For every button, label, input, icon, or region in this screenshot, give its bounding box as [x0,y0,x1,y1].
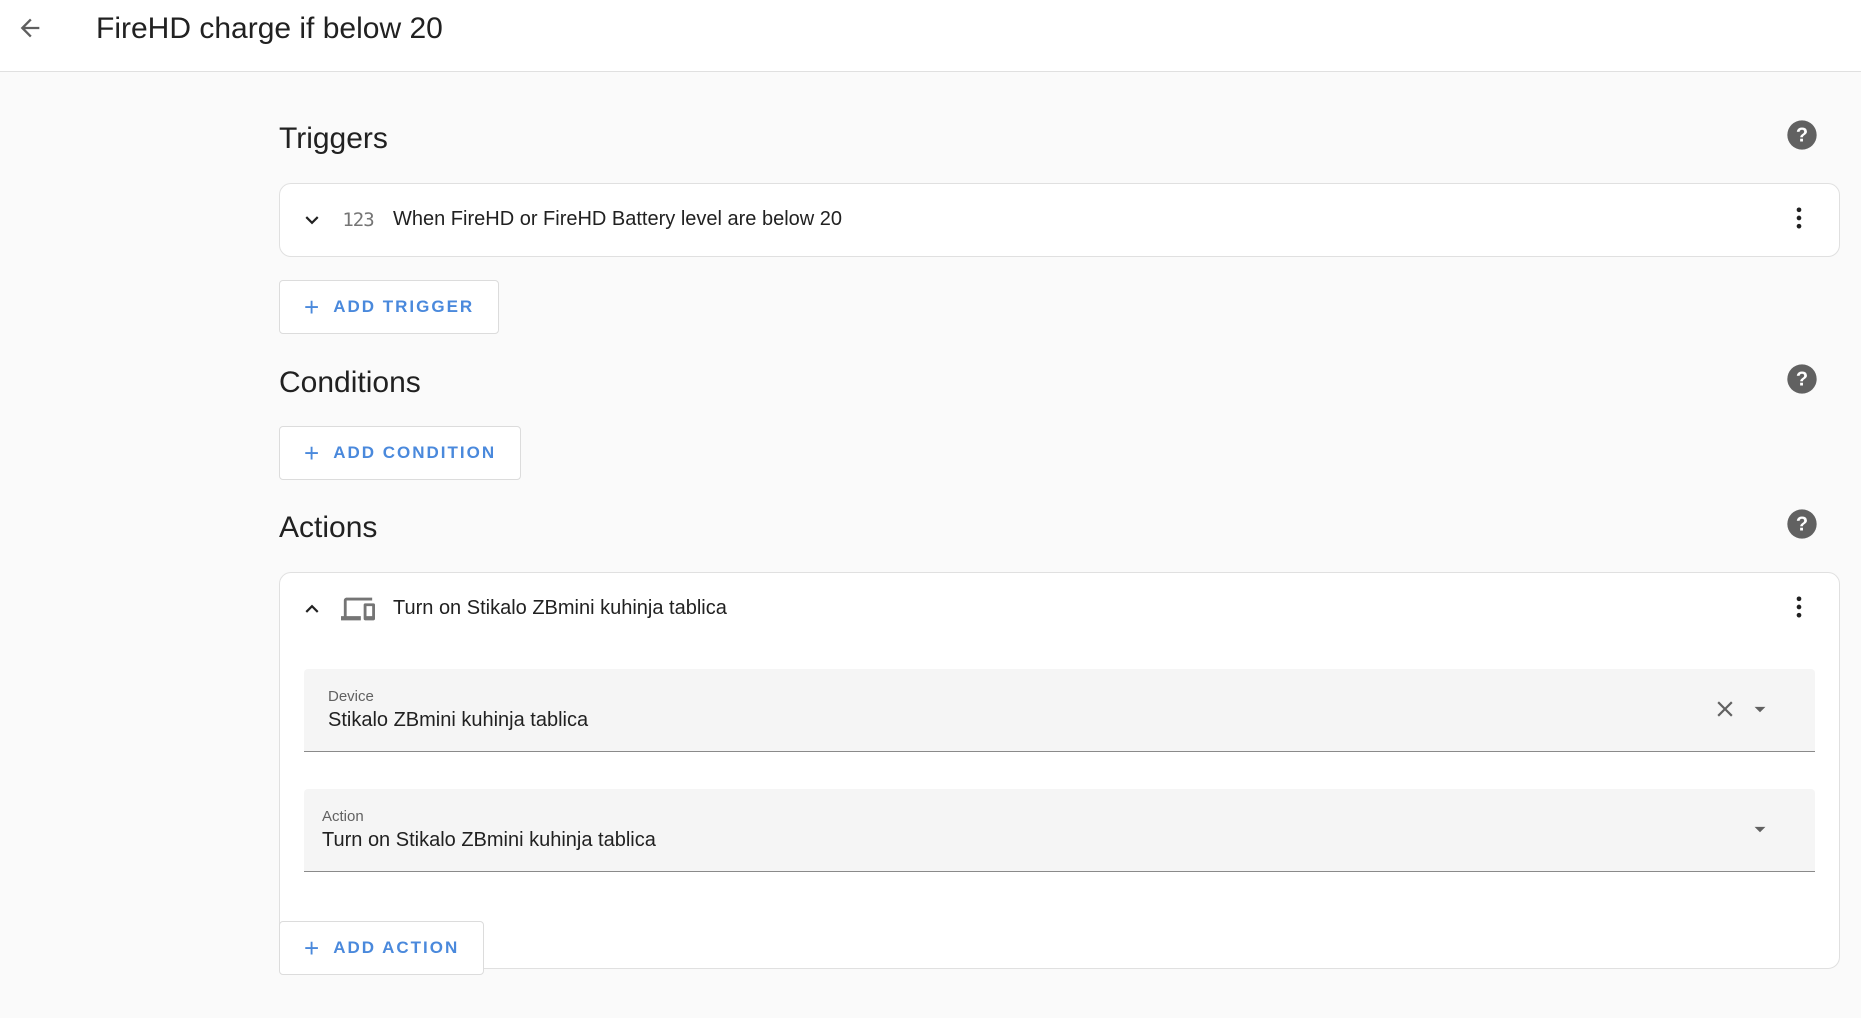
trigger-label: When FireHD or FireHD Battery level are … [393,208,843,230]
help-icon: ? [1786,119,1818,156]
svg-text:?: ? [1796,124,1808,146]
top-bar: FireHD charge if below 20 [0,0,1861,72]
chevron-down-icon[interactable] [294,202,330,238]
triggers-section-header: Triggers ? [279,117,1840,167]
add-action-button[interactable]: + ADD ACTION [279,921,485,975]
device-select[interactable]: Device Stikalo ZBmini kuhinja tablica [304,669,1815,752]
action-row[interactable]: Turn on Stikalo ZBmini kuhinja tablica [280,573,1839,645]
add-condition-label: ADD CONDITION [333,443,497,462]
trigger-row[interactable]: 123 When FireHD or FireHD Battery level … [280,184,1839,256]
action-field-label: Action [322,808,364,825]
svg-text:?: ? [1796,513,1808,535]
conditions-section-header: Conditions ? [279,361,1840,411]
devices-icon [340,591,376,627]
action-label: Turn on Stikalo ZBmini kuhinja tablica [393,597,727,619]
actions-help-button[interactable]: ? [1786,508,1818,545]
action-card: Turn on Stikalo ZBmini kuhinja tablica D… [279,572,1840,969]
action-field-value: Turn on Stikalo ZBmini kuhinja tablica [322,829,656,851]
help-icon: ? [1786,508,1818,545]
caret-down-icon [1747,816,1773,847]
clear-device-button[interactable] [1710,696,1740,726]
add-condition-button[interactable]: + ADD CONDITION [279,426,522,480]
actions-section-header: Actions ? [279,506,1840,556]
svg-text:?: ? [1796,368,1808,390]
trigger-card: 123 When FireHD or FireHD Battery level … [279,183,1840,257]
page-title: FireHD charge if below 20 [96,12,443,45]
device-dropdown-button[interactable] [1745,696,1775,726]
action-select[interactable]: Action Turn on Stikalo ZBmini kuhinja ta… [304,789,1815,872]
actions-title: Actions [279,511,378,544]
action-dropdown-button[interactable] [1745,816,1775,846]
plus-icon: + [304,292,320,322]
more-vertical-icon [1785,204,1813,237]
numeric-icon-text: 123 [342,209,374,231]
arrow-left-icon [16,14,44,47]
plus-icon: + [304,933,320,963]
plus-icon: + [304,438,320,468]
conditions-title: Conditions [279,366,421,399]
close-icon [1712,696,1738,727]
numeric-icon: 123 [340,202,376,238]
chevron-up-icon[interactable] [294,591,330,627]
trigger-menu-button[interactable] [1781,202,1817,238]
triggers-title: Triggers [279,122,388,155]
triggers-help-button[interactable]: ? [1786,119,1818,156]
add-trigger-button[interactable]: + ADD TRIGGER [279,280,500,334]
add-action-label: ADD ACTION [333,938,460,957]
device-field-value: Stikalo ZBmini kuhinja tablica [328,709,589,731]
device-field-label: Device [328,688,374,705]
caret-down-icon [1747,696,1773,727]
more-vertical-icon [1785,593,1813,626]
conditions-help-button[interactable]: ? [1786,363,1818,400]
action-menu-button[interactable] [1781,591,1817,627]
help-icon: ? [1786,363,1818,400]
add-trigger-label: ADD TRIGGER [333,297,475,316]
back-button[interactable] [6,6,54,54]
